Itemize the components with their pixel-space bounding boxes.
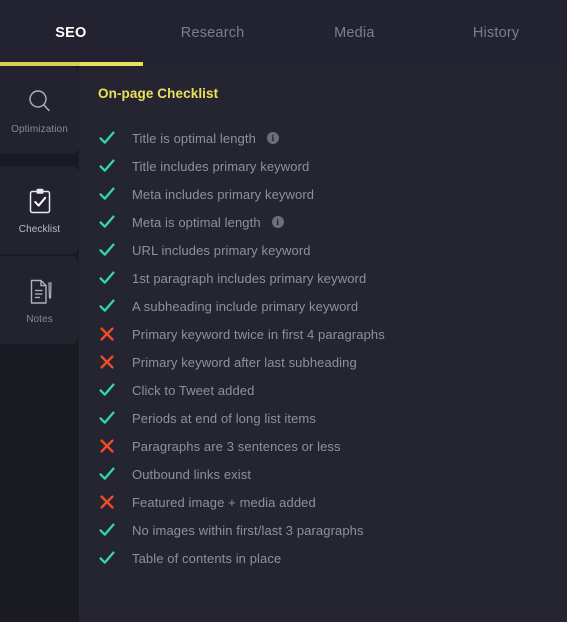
checklist-row[interactable]: A subheading include primary keyword [98, 292, 567, 320]
check-icon [98, 129, 124, 147]
tab-media-label: Media [334, 25, 375, 41]
sidebar-item-checklist[interactable]: Checklist [0, 166, 79, 254]
tab-history-label: History [472, 25, 520, 41]
tab-seo[interactable]: SEO [0, 0, 142, 66]
checklist-row-label: Outbound links exist [132, 466, 252, 482]
info-icon[interactable]: i [271, 216, 284, 228]
seo-checklist-app: SEO Research Media History Optimization [0, 0, 567, 622]
sidebar-item-optimization[interactable]: Optimization [0, 66, 79, 154]
check-icon [98, 297, 124, 315]
checklist-row-label: Paragraphs are 3 sentences or less [132, 438, 341, 454]
check-icon [98, 213, 124, 231]
checklist-row[interactable]: URL includes primary keyword [98, 236, 567, 264]
checklist-row-label: A subheading include primary keyword [132, 298, 359, 314]
cross-icon [98, 493, 124, 511]
checklist-row[interactable]: Meta is optimal length i [98, 208, 567, 236]
cross-icon [98, 353, 124, 371]
checklist-row[interactable]: Featured image + media added [98, 488, 567, 516]
check-icon [98, 269, 124, 287]
clipboard-check-icon [23, 185, 57, 219]
checklist-row[interactable]: Periods at end of long list items [98, 404, 567, 432]
sidebar-item-optimization-label: Optimization [11, 124, 68, 135]
checklist-row-label: Click to Tweet added [132, 382, 255, 398]
checklist-row-label: Title includes primary keyword [132, 158, 310, 174]
checklist-row[interactable]: Primary keyword twice in first 4 paragra… [98, 320, 567, 348]
tab-research-label: Research [180, 25, 245, 41]
checklist-row[interactable]: Click to Tweet added [98, 376, 567, 404]
sidebar-item-checklist-label: Checklist [18, 224, 61, 235]
checklist-row[interactable]: Outbound links exist [98, 460, 567, 488]
check-icon [98, 549, 124, 567]
info-icon[interactable]: i [266, 132, 279, 144]
check-icon [98, 185, 124, 203]
checklist-row[interactable]: Title includes primary keyword [98, 152, 567, 180]
sidebar-item-notes-label: Notes [26, 314, 53, 325]
checklist-row-label: URL includes primary keyword [132, 242, 311, 258]
checklist-row-label: No images within first/last 3 paragraphs [132, 522, 364, 538]
tab-research[interactable]: Research [142, 0, 284, 66]
tab-history[interactable]: History [425, 0, 567, 66]
check-icon [98, 465, 124, 483]
checklist-row[interactable]: 1st paragraph includes primary keyword [98, 264, 567, 292]
checklist-row[interactable]: Meta includes primary keyword [98, 180, 567, 208]
check-icon [98, 157, 124, 175]
check-icon [98, 409, 124, 427]
check-icon [98, 381, 124, 399]
checklist-row-label: 1st paragraph includes primary keyword [132, 270, 367, 286]
cross-icon [98, 437, 124, 455]
checklist-row-label: Primary keyword twice in first 4 paragra… [132, 326, 385, 342]
tab-bar: SEO Research Media History [0, 0, 567, 66]
checklist-row[interactable]: Primary keyword after last subheading [98, 348, 567, 376]
checklist-panel: On-page Checklist Title is optimal lengt… [79, 66, 567, 622]
check-icon [98, 241, 124, 259]
checklist-row[interactable]: Table of contents in place [98, 544, 567, 572]
note-pen-icon [23, 275, 57, 309]
panel-title: On-page Checklist [98, 86, 219, 101]
checklist-row-label: Title is optimal length [132, 130, 256, 146]
sidebar-item-notes[interactable]: Notes [0, 256, 79, 344]
checklist-row[interactable]: Title is optimal length i [98, 124, 567, 152]
checklist-row[interactable]: Paragraphs are 3 sentences or less [98, 432, 567, 460]
checklist-row-label: Table of contents in place [132, 550, 282, 566]
magnifier-icon [23, 85, 57, 119]
tab-media[interactable]: Media [284, 0, 426, 66]
checklist-list: Title is optimal length i Title includes p… [98, 124, 567, 572]
sidebar: Optimization Checklist Notes [0, 66, 79, 622]
checklist-row-label: Meta is optimal length [132, 214, 261, 230]
tab-seo-label: SEO [55, 25, 87, 41]
checklist-row-label: Primary keyword after last subheading [132, 354, 357, 370]
checklist-row-label: Meta includes primary keyword [132, 186, 315, 202]
cross-icon [98, 325, 124, 343]
check-icon [98, 521, 124, 539]
checklist-row-label: Periods at end of long list items [132, 410, 316, 426]
checklist-row-label: Featured image + media added [132, 494, 316, 510]
checklist-row[interactable]: No images within first/last 3 paragraphs [98, 516, 567, 544]
